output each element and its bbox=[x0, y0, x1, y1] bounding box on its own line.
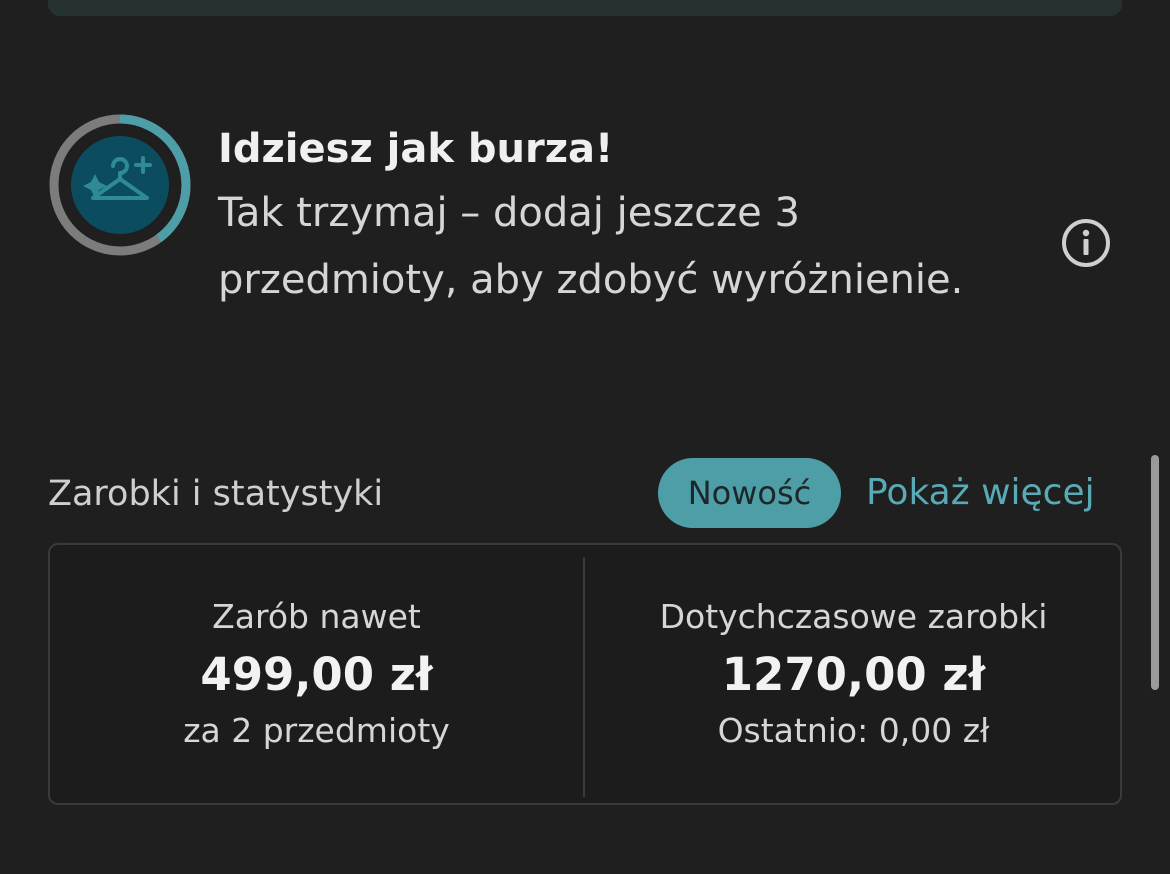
stat-sub: za 2 przedmioty bbox=[183, 711, 450, 750]
stat-sub: Ostatnio: 0,00 zł bbox=[717, 711, 990, 750]
previous-card bbox=[48, 0, 1122, 16]
stat-label: Zarób nawet bbox=[212, 597, 421, 636]
stat-label: Dotychczasowe zarobki bbox=[659, 597, 1048, 636]
show-more-link[interactable]: Pokaż więcej bbox=[866, 468, 1095, 518]
progress-message: Idziesz jak burza! Tak trzymaj – dodaj j… bbox=[218, 120, 1018, 314]
progress-body: Tak trzymaj – dodaj jeszcze 3 przedmioty… bbox=[218, 190, 964, 303]
new-badge: Nowość bbox=[658, 458, 841, 528]
stat-value: 1270,00 zł bbox=[721, 648, 986, 701]
info-icon[interactable] bbox=[1060, 217, 1112, 269]
stats-card: Zarób nawet 499,00 zł za 2 przedmioty Do… bbox=[48, 543, 1122, 805]
stat-value: 499,00 zł bbox=[200, 648, 433, 701]
page: Idziesz jak burza! Tak trzymaj – dodaj j… bbox=[0, 0, 1170, 874]
scrollbar[interactable] bbox=[1151, 455, 1159, 690]
potential-earnings: Zarób nawet 499,00 zł za 2 przedmioty bbox=[50, 545, 583, 803]
progress-title: Idziesz jak burza! bbox=[218, 126, 614, 172]
earnings-to-date: Dotychczasowe zarobki 1270,00 zł Ostatni… bbox=[585, 545, 1122, 803]
badge-progress-ring bbox=[49, 114, 191, 256]
section-title: Zarobki i statystyki bbox=[48, 474, 384, 514]
